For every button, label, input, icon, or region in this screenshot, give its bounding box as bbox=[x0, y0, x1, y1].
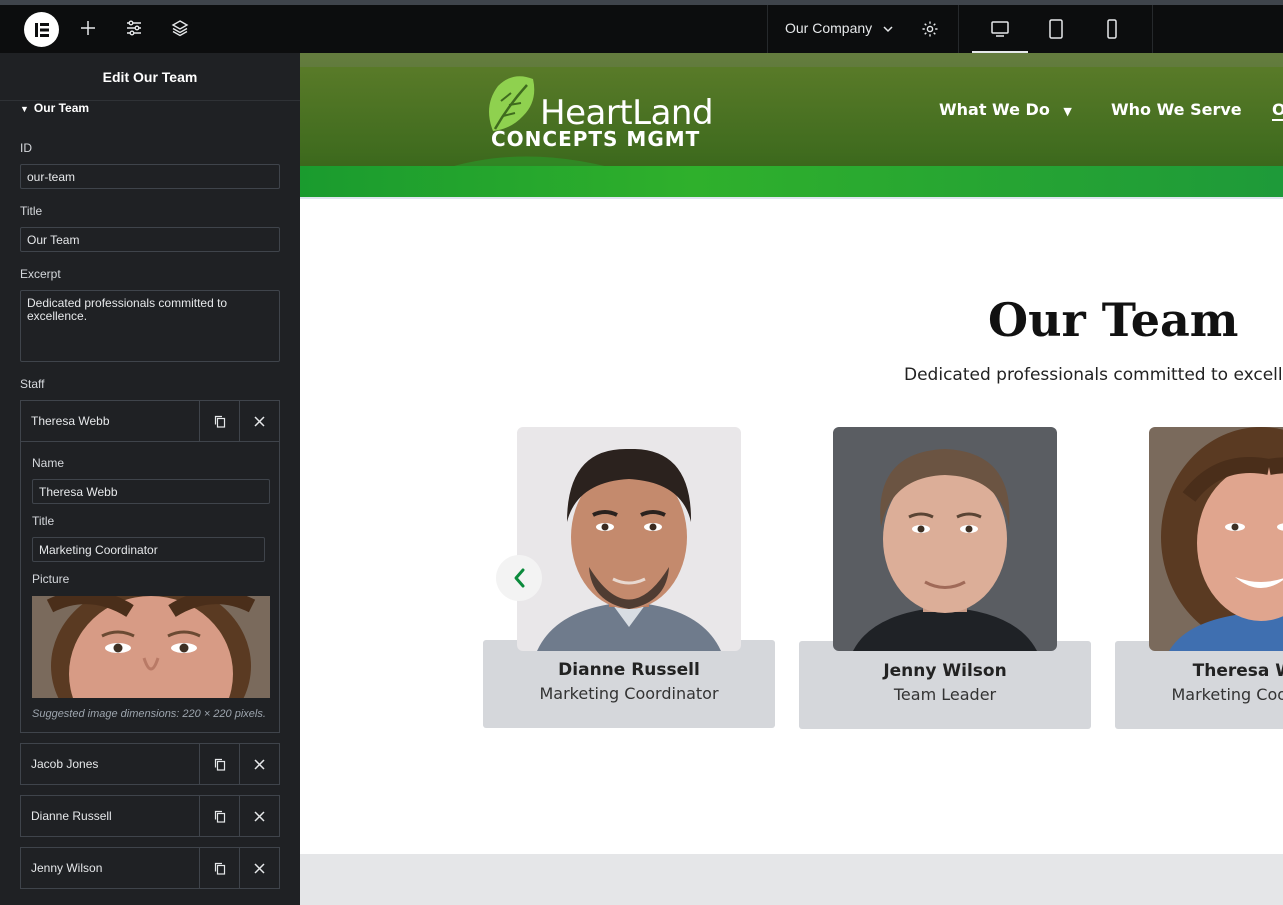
site-preview: HeartLand CONCEPTS MGMT What We Do ▼ Who… bbox=[300, 53, 1283, 905]
caret-down-icon: ▼ bbox=[1063, 105, 1072, 118]
remove-icon[interactable] bbox=[239, 848, 279, 888]
nav-what-we-do[interactable]: What We Do ▼ bbox=[939, 100, 1072, 119]
repeater-item[interactable]: Jenny Wilson bbox=[20, 847, 280, 889]
repeater-item-fields: Name Theresa Webb Title Marketing Coordi… bbox=[20, 441, 280, 733]
nav-label: O bbox=[1272, 100, 1283, 119]
member-name: Theresa Webb bbox=[1192, 661, 1283, 681]
repeater-item[interactable]: Jacob Jones bbox=[20, 743, 280, 785]
staff-label: Staff bbox=[20, 377, 45, 391]
duplicate-icon[interactable] bbox=[199, 401, 239, 441]
footer-strip bbox=[300, 854, 1283, 905]
member-name: Dianne Russell bbox=[558, 660, 700, 680]
member-role: Team Leader bbox=[893, 685, 997, 704]
member-name: Jenny Wilson bbox=[883, 661, 1007, 681]
repeater-item-title[interactable]: Jacob Jones bbox=[21, 744, 199, 784]
member-photo bbox=[1149, 427, 1283, 651]
team-card: Dianne Russell Marketing Coordinator bbox=[483, 640, 775, 728]
section-subtitle: Dedicated professionals committed to exc… bbox=[904, 365, 1283, 385]
nav-label: Who We Serve bbox=[1111, 100, 1242, 119]
site-name[interactable]: Our Company bbox=[785, 20, 872, 36]
elementor-logo-icon[interactable] bbox=[24, 12, 59, 47]
member-photo bbox=[517, 427, 741, 651]
duplicate-icon[interactable] bbox=[199, 744, 239, 784]
name-input[interactable]: Theresa Webb bbox=[32, 479, 270, 504]
picture-hint: Suggested image dimensions: 220 × 220 pi… bbox=[32, 708, 266, 720]
item-title-label: Title bbox=[32, 514, 55, 528]
editor-panel: Edit Our Team ▼ Our Team ID our-team Titl… bbox=[0, 53, 300, 905]
repeater-item-title[interactable]: Dianne Russell bbox=[21, 796, 199, 836]
excerpt-label: Excerpt bbox=[20, 267, 61, 281]
member-role: Marketing Coordinator bbox=[539, 684, 719, 703]
editor-topbar: Our Company bbox=[0, 0, 1283, 53]
section-title: Our Team bbox=[33, 101, 90, 115]
duplicate-icon[interactable] bbox=[199, 848, 239, 888]
member-role: Marketing Coordinator bbox=[1171, 685, 1283, 704]
desktop-icon[interactable] bbox=[985, 14, 1015, 44]
remove-icon[interactable] bbox=[239, 744, 279, 784]
repeater-item-title[interactable]: Theresa Webb bbox=[21, 401, 199, 441]
team-card: Jenny Wilson Team Leader bbox=[799, 641, 1091, 729]
caret-down-icon: ▼ bbox=[20, 104, 29, 114]
picture-preview[interactable] bbox=[32, 596, 270, 698]
header-band bbox=[300, 166, 1283, 199]
excerpt-textarea[interactable]: Dedicated professionals committed to exc… bbox=[20, 290, 280, 362]
id-label: ID bbox=[20, 141, 32, 155]
repeater-item-title[interactable]: Jenny Wilson bbox=[21, 848, 199, 888]
member-photo bbox=[833, 427, 1057, 651]
team-card: Theresa Webb Marketing Coordinator bbox=[1115, 641, 1283, 729]
chevron-down-icon[interactable] bbox=[873, 14, 903, 44]
divider bbox=[767, 5, 768, 53]
name-label: Name bbox=[32, 456, 65, 470]
section-title: Our Team bbox=[988, 293, 1239, 347]
sliders-icon[interactable] bbox=[119, 13, 149, 43]
repeater-item[interactable]: Dianne Russell bbox=[20, 795, 280, 837]
nav-label: What We Do bbox=[939, 100, 1050, 119]
carousel-prev-button[interactable] bbox=[496, 555, 542, 601]
nav-our-company[interactable]: O bbox=[1272, 100, 1283, 121]
title-label: Title bbox=[20, 204, 43, 218]
header-divider bbox=[300, 197, 1283, 199]
brand-tagline: CONCEPTS MGMT bbox=[491, 127, 701, 151]
nav-who-we-serve[interactable]: Who We Serve bbox=[1111, 100, 1242, 119]
site-header: HeartLand CONCEPTS MGMT What We Do ▼ Who… bbox=[300, 53, 1283, 199]
panel-title: Edit Our Team bbox=[0, 53, 300, 101]
duplicate-icon[interactable] bbox=[199, 796, 239, 836]
gear-icon[interactable] bbox=[915, 14, 945, 44]
divider bbox=[1152, 5, 1153, 53]
tablet-icon[interactable] bbox=[1041, 14, 1071, 44]
divider bbox=[958, 5, 959, 53]
plus-icon[interactable] bbox=[73, 13, 103, 43]
picture-label: Picture bbox=[32, 572, 70, 586]
item-title-input[interactable]: Marketing Coordinator bbox=[32, 537, 265, 562]
section-toggle[interactable]: ▼ Our Team bbox=[20, 101, 89, 115]
repeater-item[interactable]: Theresa Webb bbox=[20, 400, 280, 442]
id-input[interactable]: our-team bbox=[20, 164, 280, 189]
chevron-left-icon bbox=[514, 568, 525, 588]
layers-icon[interactable] bbox=[165, 13, 195, 43]
mobile-icon[interactable] bbox=[1097, 14, 1127, 44]
title-input[interactable]: Our Team bbox=[20, 227, 280, 252]
remove-icon[interactable] bbox=[239, 796, 279, 836]
remove-icon[interactable] bbox=[239, 401, 279, 441]
